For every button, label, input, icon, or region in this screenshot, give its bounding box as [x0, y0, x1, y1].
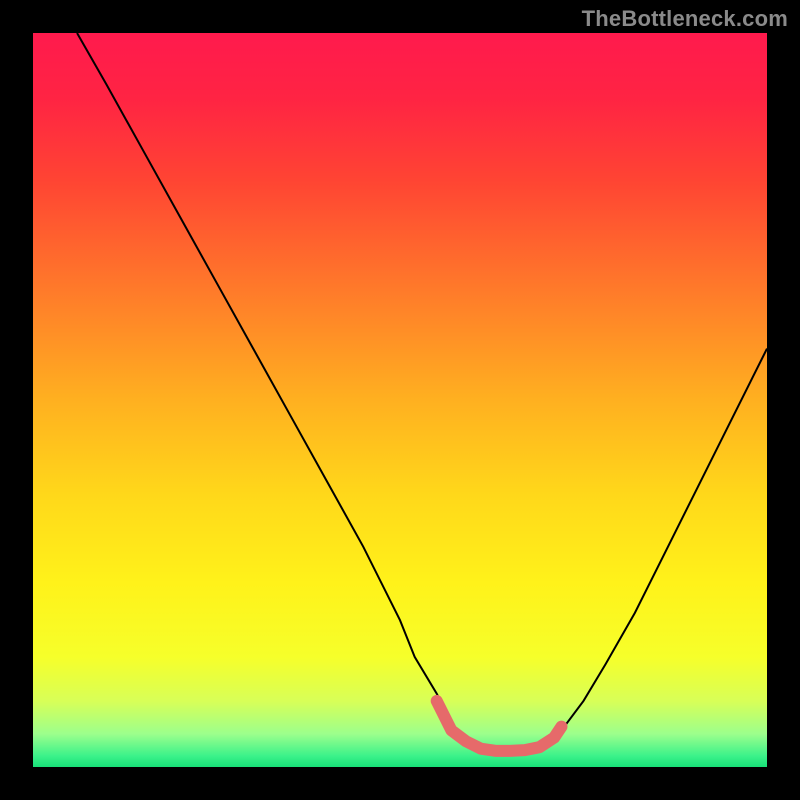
- watermark-text: TheBottleneck.com: [582, 6, 788, 32]
- chart-frame: TheBottleneck.com: [0, 0, 800, 800]
- heat-gradient-background: [33, 33, 767, 767]
- plot-area: [33, 33, 767, 767]
